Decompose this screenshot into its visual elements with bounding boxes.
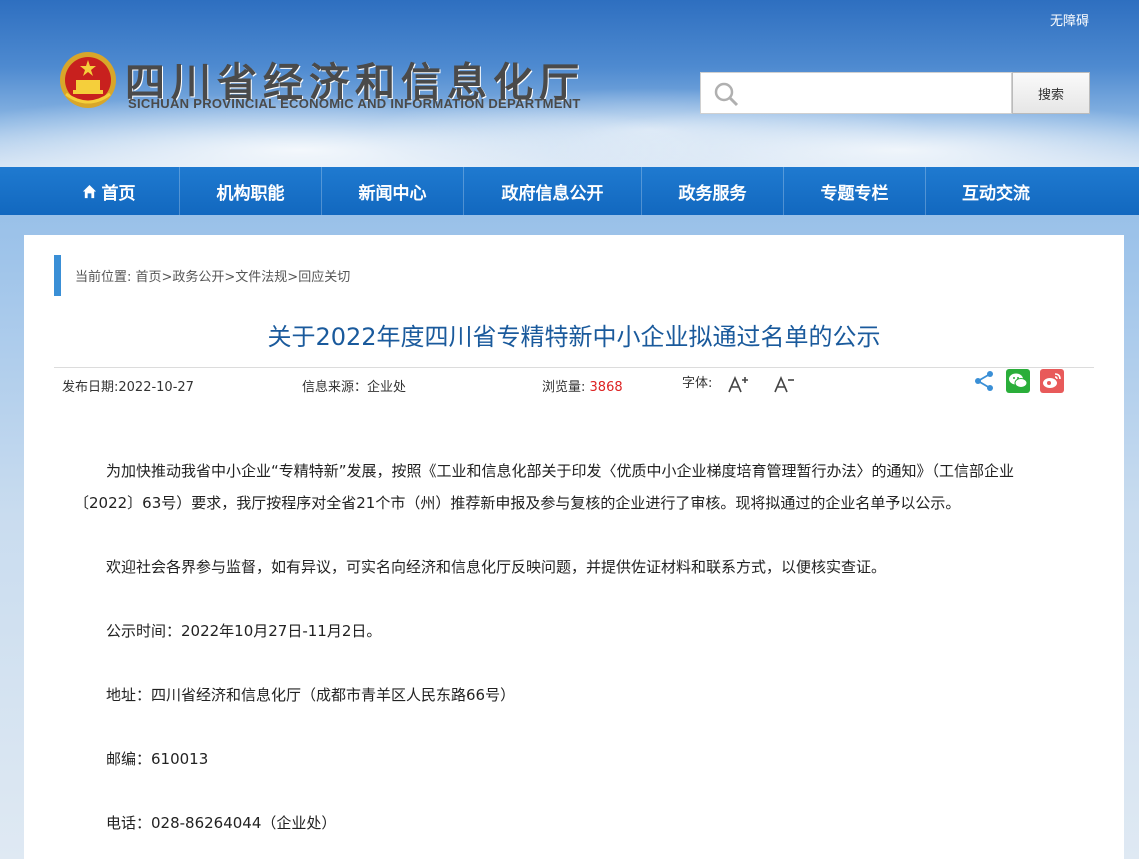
publish-date-value: 2022-10-27	[118, 380, 194, 395]
font-size-label: 字体:	[682, 376, 713, 391]
article-paragraph: 电话：028-86264044（企业处）	[106, 814, 337, 832]
article-paragraph: 邮编：610013	[106, 750, 209, 768]
nav-item-news[interactable]: 新闻中心	[322, 167, 464, 215]
accessibility-link[interactable]: 无障碍	[1050, 10, 1089, 29]
view-count: 浏览量: 3868	[542, 376, 623, 395]
info-source: 信息来源：企业处	[302, 376, 406, 395]
header: 无障碍 四川省经济和信息化厅 SICHUAN PROVINCIAL ECONOM…	[0, 0, 1139, 167]
breadcrumb-text[interactable]: 当前位置: 首页>政务公开>文件法规>回应关切	[75, 266, 350, 285]
share-icon[interactable]	[972, 369, 996, 393]
font-decrease-icon[interactable]	[773, 375, 795, 393]
breadcrumb: 当前位置: 首页>政务公开>文件法规>回应关切	[54, 255, 350, 296]
nav-item-label: 专题专栏	[820, 183, 889, 204]
article-paragraph: 为加快推动我省中小企业“专精特新”发展，按照《工业和信息化部关于印发〈优质中小企…	[74, 462, 1015, 512]
font-size-control: 字体:	[682, 372, 795, 393]
nav-item-label: 机构职能	[216, 183, 285, 204]
nav-item-label: 新闻中心	[358, 183, 427, 204]
nav-item-services[interactable]: 政务服务	[642, 167, 784, 215]
wechat-icon[interactable]	[1006, 369, 1030, 393]
nav-item-label: 政府信息公开	[501, 183, 604, 204]
publish-date-label: 发布日期:	[62, 380, 119, 395]
view-count-label: 浏览量:	[542, 380, 586, 395]
nav-item-organization[interactable]: 机构职能	[180, 167, 322, 215]
article-meta: 发布日期:2022-10-27 信息来源：企业处 浏览量: 3868 字体:	[54, 367, 1094, 397]
article-paragraph: 地址：四川省经济和信息化厅（成都市青羊区人民东路66号）	[106, 686, 516, 704]
nav-item-label: 政务服务	[678, 183, 747, 204]
nav-item-home[interactable]: 首页	[38, 167, 180, 215]
national-emblem-icon	[60, 52, 116, 108]
search-icon	[714, 82, 739, 107]
publish-date: 发布日期:2022-10-27	[62, 376, 194, 395]
article-title: 关于2022年度四川省专精特新中小企业拟通过名单的公示	[267, 323, 881, 351]
view-count-value: 3868	[589, 380, 623, 395]
nav-item-interaction[interactable]: 互动交流	[926, 167, 1066, 215]
font-increase-icon[interactable]	[727, 375, 749, 393]
article-paragraph: 欢迎社会各界参与监督，如有异议，可实名向经济和信息化厅反映问题，并提供佐证材料和…	[106, 558, 887, 576]
search-button[interactable]: 搜索	[1012, 72, 1090, 114]
info-source-value: 企业处	[367, 380, 407, 395]
home-icon	[82, 184, 96, 198]
article-paragraph: 公示时间：2022年10月27日-11月2日。	[106, 622, 382, 640]
article-body: 为加快推动我省中小企业“专精特新”发展，按照《工业和信息化部关于印发〈优质中小企…	[74, 455, 1074, 859]
nav-item-topics[interactable]: 专题专栏	[784, 167, 926, 215]
main-nav: 首页 机构职能 新闻中心 政府信息公开 政务服务 专题专栏 互动交流	[0, 167, 1139, 215]
nav-item-gov-info[interactable]: 政府信息公开	[464, 167, 642, 215]
content-panel: 当前位置: 首页>政务公开>文件法规>回应关切 关于2022年度四川省专精特新中…	[24, 235, 1124, 859]
nav-item-label: 互动交流	[962, 183, 1030, 204]
site-subtitle: SICHUAN PROVINCIAL ECONOMIC AND INFORMAT…	[128, 96, 581, 111]
weibo-icon[interactable]	[1040, 369, 1064, 393]
info-source-label: 信息来源：	[302, 380, 368, 395]
search-box	[700, 72, 1012, 114]
search-input[interactable]	[747, 79, 1002, 109]
nav-item-label: 首页	[101, 183, 136, 204]
